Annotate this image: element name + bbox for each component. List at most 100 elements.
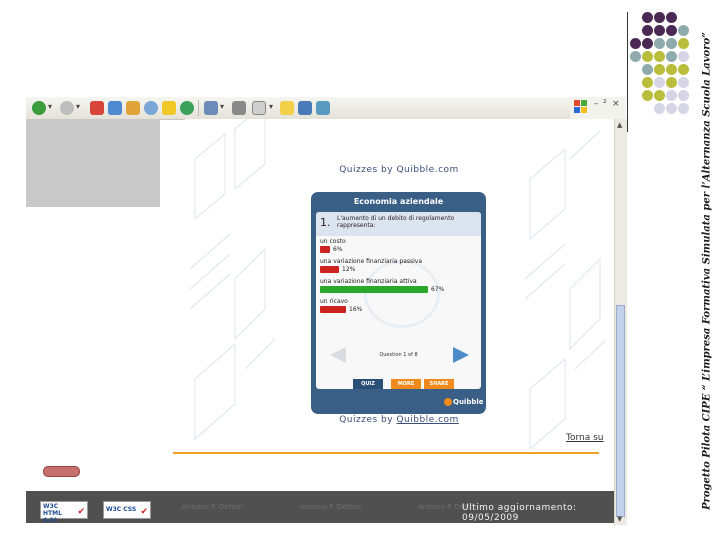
- sidebar-placeholder: [26, 119, 160, 207]
- research-icon[interactable]: [316, 101, 330, 115]
- author-watermark: Antonio P. Dettori: [300, 503, 362, 511]
- print-icon[interactable]: [232, 101, 246, 115]
- history-icon[interactable]: [180, 101, 194, 115]
- minimize-button[interactable]: –: [594, 99, 599, 109]
- result-bar: [320, 246, 330, 253]
- home-icon[interactable]: [126, 101, 140, 115]
- vertical-scrollbar[interactable]: ▲ ▼: [614, 119, 627, 525]
- result-bar: [320, 306, 346, 313]
- quibble-link[interactable]: Quibble.com: [396, 415, 458, 425]
- quibble-logo-text: Quibble: [453, 398, 484, 406]
- dot: [678, 103, 689, 114]
- author-watermark: Antonio P. Dettori: [182, 503, 244, 511]
- checkmark-icon: ✔: [77, 507, 85, 517]
- tab-quiz[interactable]: QUIZ: [353, 379, 383, 389]
- quibble-logo-icon: [444, 398, 452, 406]
- stop-icon[interactable]: [90, 101, 104, 115]
- result-bar: [320, 266, 339, 273]
- page-footer: W3C HTML 4.01 ✔ W3C CSS ✔ Antonio P. Det…: [26, 491, 614, 524]
- quiz-title: Economia aziendale: [353, 197, 444, 206]
- close-button[interactable]: ×: [612, 99, 620, 109]
- back-to-top-link[interactable]: Torna su: [566, 433, 604, 443]
- result-percent: 16%: [349, 306, 363, 313]
- checkmark-icon: ✔: [140, 507, 148, 517]
- quibble-logo: Quibble: [444, 398, 484, 406]
- dot: [678, 64, 689, 75]
- divider-line: [627, 12, 628, 132]
- dot: [678, 38, 689, 49]
- dot: [666, 38, 677, 49]
- chevron-down-icon[interactable]: ▾: [220, 102, 224, 111]
- search-icon[interactable]: [144, 101, 158, 115]
- result-percent: 6%: [333, 246, 343, 253]
- dot: [654, 51, 665, 62]
- last-update: Ultimo aggiornamento: 09/05/2009: [462, 503, 577, 523]
- quizzes-by-label: Quizzes by: [339, 415, 394, 425]
- discuss-icon[interactable]: [280, 101, 294, 115]
- answer-option-label[interactable]: una variazione finanziaria passiva: [320, 258, 422, 265]
- answer-option-label[interactable]: un ricavo: [320, 298, 348, 305]
- dot: [642, 77, 653, 88]
- dot: [654, 90, 665, 101]
- w3c-html-text: W3C HTML 4.01: [43, 503, 62, 524]
- dot: [666, 12, 677, 23]
- dot: [654, 64, 665, 75]
- favorites-icon[interactable]: [162, 101, 176, 115]
- orange-divider: [173, 452, 599, 454]
- dot: [666, 77, 677, 88]
- windows-logo-icon: [574, 100, 587, 113]
- scrollbar-thumb[interactable]: [616, 305, 625, 517]
- w3c-css-badge[interactable]: W3C CSS ✔: [103, 501, 151, 519]
- restore-button[interactable]: ²: [603, 99, 607, 109]
- dot: [654, 103, 665, 114]
- question-header: 1. L'aumento di un debito di regolamento…: [316, 212, 481, 236]
- dot: [666, 25, 677, 36]
- dot: [678, 51, 689, 62]
- browser-toolbar: ▾ ▾ ▾ ▾: [26, 97, 570, 120]
- dot: [630, 38, 641, 49]
- tab-share[interactable]: SHARE: [424, 379, 454, 389]
- dot: [630, 51, 641, 62]
- side-caption: Progetto Pilota CIPE “ L’impresa Formati…: [690, 6, 720, 536]
- quiz-panel: 1. L'aumento di un debito di regolamento…: [316, 212, 481, 389]
- answer-option-label[interactable]: una variazione finanziaria attiva: [320, 278, 417, 285]
- edit-icon[interactable]: [252, 101, 266, 115]
- dot: [666, 103, 677, 114]
- dot: [678, 77, 689, 88]
- scroll-up-icon[interactable]: ▲: [617, 121, 622, 129]
- quibble-link[interactable]: Quibble.com: [396, 165, 458, 175]
- dot: [666, 90, 677, 101]
- refresh-icon[interactable]: [108, 101, 122, 115]
- scroll-down-icon[interactable]: ▼: [617, 515, 622, 523]
- result-bar: [320, 286, 428, 293]
- small-badge: [43, 466, 80, 477]
- w3c-css-text: W3C CSS: [106, 506, 137, 513]
- dot: [642, 25, 653, 36]
- dot: [642, 38, 653, 49]
- question-text: L'aumento di un debito di regolamento ra…: [337, 215, 455, 229]
- mail-icon[interactable]: [204, 101, 218, 115]
- dot: [654, 77, 665, 88]
- question-number: 1.: [320, 216, 331, 229]
- side-caption-text: Progetto Pilota CIPE “ L’impresa Formati…: [701, 32, 713, 510]
- messenger-icon[interactable]: [298, 101, 312, 115]
- dot: [642, 90, 653, 101]
- dot: [654, 25, 665, 36]
- w3c-html-badge[interactable]: W3C HTML 4.01 ✔: [40, 501, 88, 524]
- dot: [666, 64, 677, 75]
- quiz-widget: Economia aziendale 1. L'aumento di un de…: [311, 192, 486, 414]
- tab-more[interactable]: MORE: [391, 379, 421, 389]
- result-percent: 12%: [342, 266, 356, 273]
- chevron-down-icon[interactable]: ▾: [76, 102, 80, 111]
- chevron-down-icon[interactable]: ▾: [269, 102, 273, 111]
- forward-icon[interactable]: [60, 101, 74, 115]
- answer-option-label[interactable]: un costo: [320, 238, 346, 245]
- dot: [678, 90, 689, 101]
- dot: [678, 25, 689, 36]
- next-question-arrow-icon[interactable]: [453, 347, 469, 363]
- chevron-down-icon[interactable]: ▾: [48, 102, 52, 111]
- toolbar-separator: [198, 100, 199, 116]
- dot: [642, 12, 653, 23]
- back-icon[interactable]: [32, 101, 46, 115]
- dot: [654, 38, 665, 49]
